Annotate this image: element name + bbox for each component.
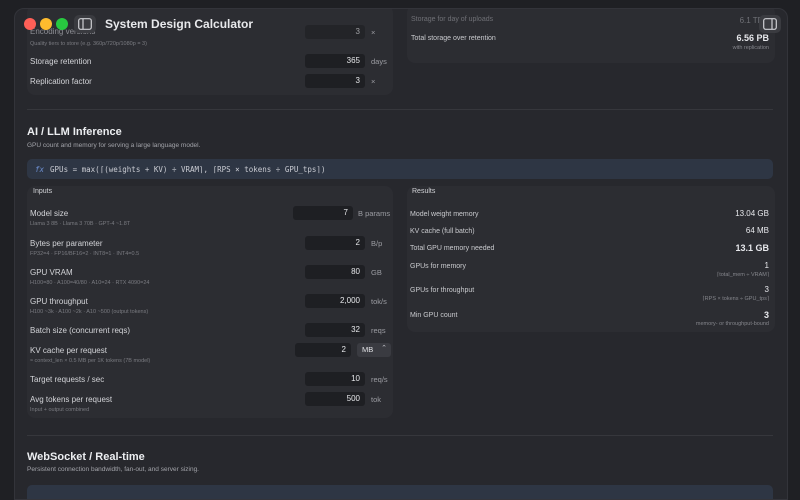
input-field[interactable]: 2 <box>305 236 365 250</box>
input-unit: B/p <box>371 239 383 248</box>
input-field[interactable]: 500 <box>305 392 365 406</box>
input-hint: Llama 3 8B · Llama 3 70B · GPT-4 ~1.8T <box>30 221 131 227</box>
input-label: Bytes per parameter <box>30 239 103 248</box>
section-divider <box>27 109 773 110</box>
input-unit: req/s <box>371 375 388 384</box>
input-unit: tok <box>371 395 382 404</box>
result-label: KV cache (full batch) <box>410 228 475 235</box>
app-title: System Design Calculator <box>105 17 254 31</box>
ws-formula <box>27 485 773 499</box>
input-unit: reqs <box>371 326 386 335</box>
input-field[interactable]: 2,000 <box>305 294 365 308</box>
formula-text: GPUs = max(⌈(weights + KV) ÷ VRAM⌉, ⌈RPS… <box>50 165 326 174</box>
input-label: Avg tokens per request <box>30 395 113 404</box>
unit-select-value: MB <box>362 345 374 354</box>
result-value: 1 <box>764 261 769 270</box>
input-label: KV cache per request <box>30 346 107 355</box>
inspector-icon <box>763 18 777 30</box>
function-icon: fx <box>35 165 45 174</box>
replication-label: Replication factor <box>30 77 92 86</box>
result-value: 13.04 GB <box>735 209 769 218</box>
input-hint: H100=80 · A100=40/80 · A10=24 · RTX 4090… <box>30 280 150 286</box>
result-value: 13.1 GB <box>735 243 769 253</box>
result-hint: memory- or throughput-bound <box>695 321 769 327</box>
zoom-window-button[interactable] <box>56 18 68 30</box>
toggle-inspector-button[interactable] <box>759 15 781 33</box>
retention-input[interactable]: 365 <box>305 54 365 68</box>
sidebar-icon <box>78 18 92 30</box>
ai-section-subtitle: GPU count and memory for serving a large… <box>27 142 201 149</box>
section-divider-2 <box>27 435 773 436</box>
input-field[interactable]: 7 <box>293 206 353 220</box>
input-unit: B params <box>358 209 391 218</box>
minimize-window-button[interactable] <box>40 18 52 30</box>
toggle-sidebar-button[interactable] <box>74 15 96 33</box>
result-label: Model weight memory <box>410 211 479 218</box>
unit-select[interactable]: MB ⌃ <box>357 343 391 357</box>
input-unit: tok/s <box>371 297 387 306</box>
result-hint: ⌈RPS × tokens ÷ GPU_tps⌉ <box>702 296 769 302</box>
inputs-title: Inputs <box>33 188 53 195</box>
input-label: Batch size (concurrent reqs) <box>30 326 131 335</box>
ai-inputs-panel: Inputs Model size 7 B params Llama 3 8B · L… <box>27 186 393 418</box>
titlebar: System Design Calculator <box>15 9 787 39</box>
input-label: GPU throughput <box>30 297 88 306</box>
app-window: Encoding versions 3 × Quality tiers to s… <box>14 8 788 500</box>
ai-formula: fx GPUs = max(⌈(weights + KV) ÷ VRAM⌉, ⌈R… <box>27 159 773 179</box>
input-unit: GB <box>371 268 382 277</box>
result-label: GPUs for throughput <box>410 287 475 294</box>
close-window-button[interactable] <box>24 18 36 30</box>
input-label: Model size <box>30 209 69 218</box>
input-field[interactable]: 10 <box>305 372 365 386</box>
input-hint: Input + output combined <box>30 407 90 413</box>
retention-label: Storage retention <box>30 57 92 66</box>
ai-results-panel: Results Model weight memory 13.04 GB KV ca… <box>407 186 775 332</box>
result-value: 3 <box>764 285 769 294</box>
ws-section-title: WebSocket / Real-time <box>27 451 145 463</box>
encoding-hint: Quality tiers to store (e.g. 360p/720p/1… <box>30 41 147 47</box>
results-title: Results <box>412 188 436 195</box>
chevron-updown-icon: ⌃ <box>381 345 387 352</box>
result-hint: ⌈total_mem ÷ VRAM⌉ <box>717 272 769 278</box>
input-hint: H100 ~3k · A100 ~2k · A10 ~500 (output t… <box>30 309 149 315</box>
result-label: Total GPU memory needed <box>410 245 495 252</box>
result-value: 3 <box>763 310 769 320</box>
input-label: GPU VRAM <box>30 268 73 277</box>
ws-section-subtitle: Persistent connection bandwidth, fan-out… <box>27 466 199 473</box>
input-label: Target requests / sec <box>30 375 105 384</box>
result-label: GPUs for memory <box>410 263 467 270</box>
result-label: Min GPU count <box>410 312 458 319</box>
input-field[interactable]: 2 <box>295 343 351 357</box>
input-hint: FP32=4 · FP16/BF16=2 · INT8=1 · INT4=0.5 <box>30 251 140 257</box>
retention-unit: days <box>371 57 387 66</box>
result-value: 64 MB <box>745 226 769 235</box>
replication-input[interactable]: 3 <box>305 74 365 88</box>
replication-unit: × <box>371 77 376 86</box>
input-hint: ≈ context_len × 0.5 MB per 1K tokens (7B… <box>30 358 151 364</box>
input-field[interactable]: 32 <box>305 323 365 337</box>
ai-section-title: AI / LLM Inference <box>27 126 122 138</box>
input-field[interactable]: 80 <box>305 265 365 279</box>
total-storage-hint: with replication <box>732 45 769 51</box>
